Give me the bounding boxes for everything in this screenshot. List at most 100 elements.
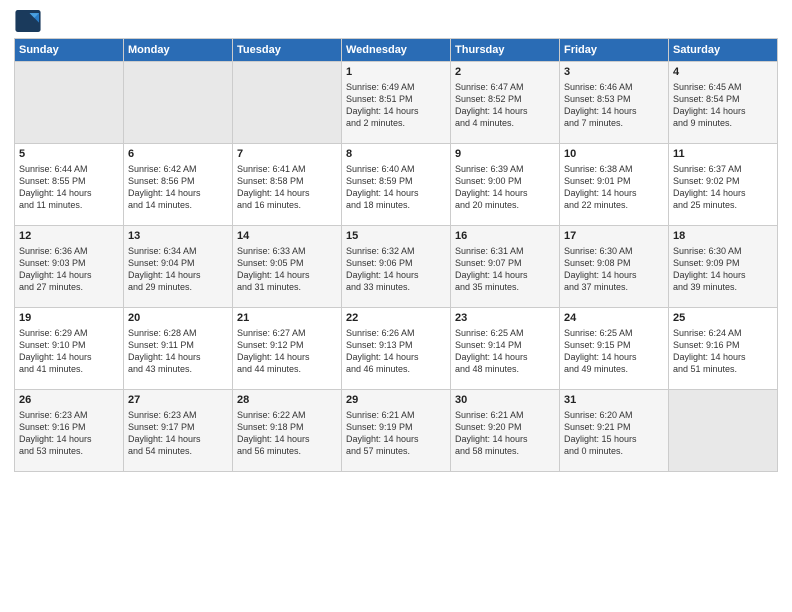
cell-text: Sunset: 9:13 PM — [346, 339, 446, 351]
cell-text: Sunset: 9:04 PM — [128, 257, 228, 269]
cell-text: Sunset: 9:21 PM — [564, 421, 664, 433]
cell-text: Daylight: 14 hours — [19, 269, 119, 281]
cell-text: and 49 minutes. — [564, 363, 664, 375]
day-number: 21 — [237, 311, 337, 326]
cell-text: Sunset: 9:10 PM — [19, 339, 119, 351]
day-number: 20 — [128, 311, 228, 326]
cell-text: Daylight: 14 hours — [564, 187, 664, 199]
cell-text: and 20 minutes. — [455, 199, 555, 211]
cell-text: Sunrise: 6:23 AM — [19, 409, 119, 421]
weekday-header-row: SundayMondayTuesdayWednesdayThursdayFrid… — [15, 39, 778, 62]
cell-text: Sunset: 9:11 PM — [128, 339, 228, 351]
cell-text: Sunset: 9:09 PM — [673, 257, 773, 269]
cell-text: Sunset: 9:01 PM — [564, 175, 664, 187]
day-number: 17 — [564, 229, 664, 244]
header — [14, 10, 778, 32]
cell-text: Sunrise: 6:31 AM — [455, 245, 555, 257]
cell-text: Sunrise: 6:21 AM — [346, 409, 446, 421]
calendar-cell: 29Sunrise: 6:21 AMSunset: 9:19 PMDayligh… — [342, 390, 451, 472]
calendar-cell: 12Sunrise: 6:36 AMSunset: 9:03 PMDayligh… — [15, 226, 124, 308]
cell-text: Sunset: 9:20 PM — [455, 421, 555, 433]
cell-text: Sunset: 9:16 PM — [19, 421, 119, 433]
cell-text: Sunrise: 6:28 AM — [128, 327, 228, 339]
day-number: 24 — [564, 311, 664, 326]
cell-text: Daylight: 14 hours — [19, 433, 119, 445]
cell-text: Daylight: 14 hours — [346, 105, 446, 117]
calendar-cell: 20Sunrise: 6:28 AMSunset: 9:11 PMDayligh… — [124, 308, 233, 390]
cell-text: Sunset: 9:14 PM — [455, 339, 555, 351]
cell-text: Sunrise: 6:40 AM — [346, 163, 446, 175]
cell-text: Daylight: 14 hours — [455, 187, 555, 199]
cell-text: Daylight: 14 hours — [346, 187, 446, 199]
cell-text: Sunset: 9:00 PM — [455, 175, 555, 187]
cell-text: and 2 minutes. — [346, 117, 446, 129]
cell-text: Daylight: 14 hours — [237, 351, 337, 363]
cell-text: and 35 minutes. — [455, 281, 555, 293]
cell-text: Sunrise: 6:36 AM — [19, 245, 119, 257]
cell-text: Sunrise: 6:23 AM — [128, 409, 228, 421]
cell-text: Sunset: 9:03 PM — [19, 257, 119, 269]
cell-text: Daylight: 14 hours — [673, 187, 773, 199]
cell-text: Sunset: 9:06 PM — [346, 257, 446, 269]
cell-text: Sunrise: 6:24 AM — [673, 327, 773, 339]
cell-text: Daylight: 14 hours — [564, 269, 664, 281]
cell-text: Sunrise: 6:38 AM — [564, 163, 664, 175]
calendar-cell: 18Sunrise: 6:30 AMSunset: 9:09 PMDayligh… — [669, 226, 778, 308]
week-row-2: 5Sunrise: 6:44 AMSunset: 8:55 PMDaylight… — [15, 144, 778, 226]
calendar-cell: 22Sunrise: 6:26 AMSunset: 9:13 PMDayligh… — [342, 308, 451, 390]
cell-text: Sunset: 9:05 PM — [237, 257, 337, 269]
calendar-cell: 30Sunrise: 6:21 AMSunset: 9:20 PMDayligh… — [451, 390, 560, 472]
cell-text: and 29 minutes. — [128, 281, 228, 293]
day-number: 2 — [455, 65, 555, 80]
week-row-1: 1Sunrise: 6:49 AMSunset: 8:51 PMDaylight… — [15, 62, 778, 144]
cell-text: and 48 minutes. — [455, 363, 555, 375]
cell-text: Sunrise: 6:49 AM — [346, 81, 446, 93]
calendar-cell: 26Sunrise: 6:23 AMSunset: 9:16 PMDayligh… — [15, 390, 124, 472]
day-number: 29 — [346, 393, 446, 408]
calendar-cell: 2Sunrise: 6:47 AMSunset: 8:52 PMDaylight… — [451, 62, 560, 144]
cell-text: Sunrise: 6:27 AM — [237, 327, 337, 339]
day-number: 23 — [455, 311, 555, 326]
calendar-cell: 21Sunrise: 6:27 AMSunset: 9:12 PMDayligh… — [233, 308, 342, 390]
cell-text: Sunrise: 6:46 AM — [564, 81, 664, 93]
cell-text: Sunrise: 6:32 AM — [346, 245, 446, 257]
cell-text: Sunrise: 6:34 AM — [128, 245, 228, 257]
cell-text: and 0 minutes. — [564, 445, 664, 457]
day-number: 19 — [19, 311, 119, 326]
cell-text: Sunset: 8:59 PM — [346, 175, 446, 187]
week-row-3: 12Sunrise: 6:36 AMSunset: 9:03 PMDayligh… — [15, 226, 778, 308]
cell-text: Daylight: 14 hours — [673, 269, 773, 281]
cell-text: Sunset: 8:52 PM — [455, 93, 555, 105]
logo — [14, 10, 46, 32]
cell-text: Sunrise: 6:30 AM — [673, 245, 773, 257]
cell-text: and 54 minutes. — [128, 445, 228, 457]
cell-text: and 56 minutes. — [237, 445, 337, 457]
cell-text: Daylight: 14 hours — [346, 269, 446, 281]
cell-text: Sunset: 8:55 PM — [19, 175, 119, 187]
week-row-5: 26Sunrise: 6:23 AMSunset: 9:16 PMDayligh… — [15, 390, 778, 472]
day-number: 16 — [455, 229, 555, 244]
calendar-cell — [15, 62, 124, 144]
day-number: 5 — [19, 147, 119, 162]
calendar-cell: 8Sunrise: 6:40 AMSunset: 8:59 PMDaylight… — [342, 144, 451, 226]
cell-text: and 7 minutes. — [564, 117, 664, 129]
weekday-wednesday: Wednesday — [342, 39, 451, 62]
day-number: 14 — [237, 229, 337, 244]
calendar-cell — [669, 390, 778, 472]
cell-text: Sunrise: 6:25 AM — [564, 327, 664, 339]
cell-text: Sunset: 9:12 PM — [237, 339, 337, 351]
cell-text: Sunset: 9:07 PM — [455, 257, 555, 269]
day-number: 31 — [564, 393, 664, 408]
cell-text: and 27 minutes. — [19, 281, 119, 293]
cell-text: Sunset: 9:16 PM — [673, 339, 773, 351]
weekday-monday: Monday — [124, 39, 233, 62]
weekday-sunday: Sunday — [15, 39, 124, 62]
cell-text: and 43 minutes. — [128, 363, 228, 375]
cell-text: Sunset: 8:58 PM — [237, 175, 337, 187]
cell-text: Daylight: 14 hours — [237, 187, 337, 199]
calendar-cell: 23Sunrise: 6:25 AMSunset: 9:14 PMDayligh… — [451, 308, 560, 390]
cell-text: Daylight: 14 hours — [455, 269, 555, 281]
cell-text: Sunrise: 6:21 AM — [455, 409, 555, 421]
day-number: 8 — [346, 147, 446, 162]
cell-text: Daylight: 14 hours — [128, 351, 228, 363]
